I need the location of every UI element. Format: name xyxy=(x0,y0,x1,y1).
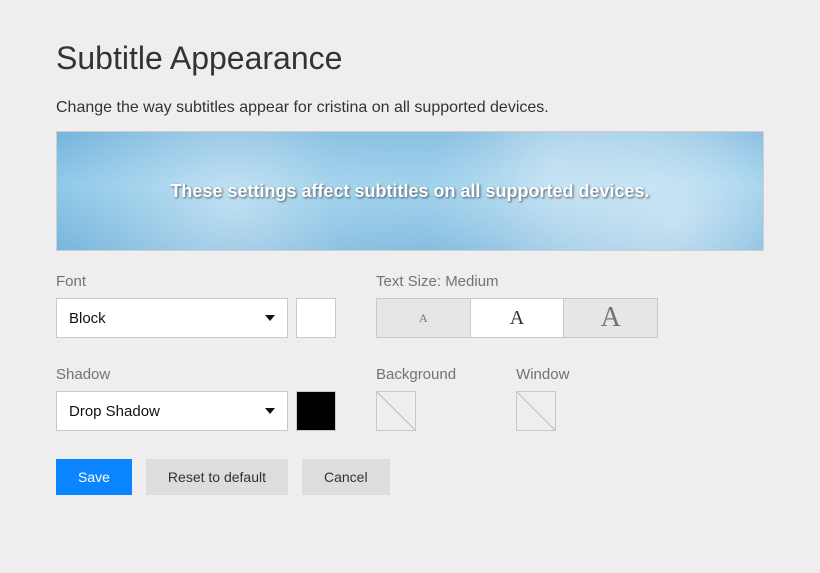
font-label: Font xyxy=(56,273,336,290)
page-title: Subtitle Appearance xyxy=(56,40,764,77)
background-color-swatch[interactable] xyxy=(376,391,416,431)
cancel-button[interactable]: Cancel xyxy=(302,459,390,495)
settings-panel: Subtitle Appearance Change the way subti… xyxy=(0,0,820,525)
shadow-select[interactable]: Drop Shadow xyxy=(56,391,288,431)
shadow-color-swatch[interactable] xyxy=(296,391,336,431)
text-size-label: Text Size: Medium xyxy=(376,273,658,290)
font-select-value: Block xyxy=(69,310,106,327)
shadow-label: Shadow xyxy=(56,366,336,383)
text-size-small[interactable]: A xyxy=(377,299,470,337)
subtitle-preview-text: These settings affect subtitles on all s… xyxy=(170,181,649,202)
background-label: Background xyxy=(376,366,456,383)
chevron-down-icon xyxy=(265,315,275,321)
subtitle-preview: These settings affect subtitles on all s… xyxy=(56,131,764,251)
font-select[interactable]: Block xyxy=(56,298,288,338)
font-color-swatch[interactable] xyxy=(296,298,336,338)
page-description: Change the way subtitles appear for cris… xyxy=(56,99,764,117)
reset-button[interactable]: Reset to default xyxy=(146,459,288,495)
window-label: Window xyxy=(516,366,569,383)
text-size-toggle: A A A xyxy=(376,298,658,338)
window-color-swatch[interactable] xyxy=(516,391,556,431)
text-size-large[interactable]: A xyxy=(563,299,657,337)
save-button[interactable]: Save xyxy=(56,459,132,495)
shadow-select-value: Drop Shadow xyxy=(69,403,160,420)
text-size-medium[interactable]: A xyxy=(470,299,564,337)
chevron-down-icon xyxy=(265,408,275,414)
